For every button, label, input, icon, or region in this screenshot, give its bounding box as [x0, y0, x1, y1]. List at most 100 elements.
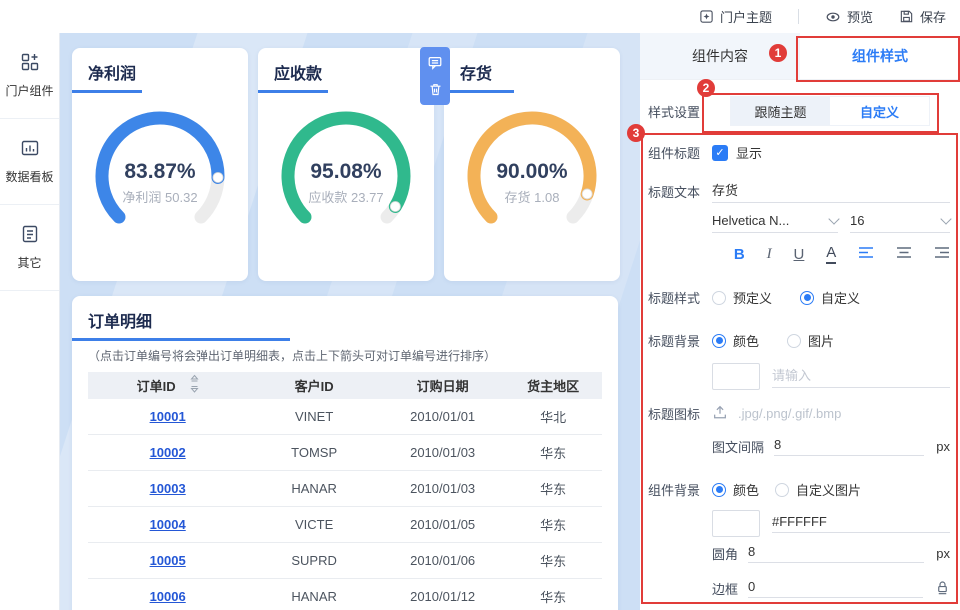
- font-size-select[interactable]: 16: [850, 212, 952, 233]
- title-bg-color-swatch[interactable]: [712, 363, 760, 390]
- gauge-card[interactable]: 净利润 83.87% 净利润 50.32: [72, 48, 248, 281]
- order-id-cell: 10005: [88, 542, 248, 579]
- trash-icon[interactable]: [424, 78, 446, 100]
- sidebar-item-other[interactable]: 其它: [0, 205, 59, 291]
- dashboard-canvas: 净利润 83.87% 净利润 50.32 应收款 95.08% 应收款 23.7: [60, 33, 640, 610]
- title-text-row: 标题文本 存货: [648, 180, 950, 203]
- show-title-checkbox[interactable]: ✓: [712, 144, 728, 161]
- bold-button[interactable]: B: [734, 246, 745, 263]
- title-bg-image-radio[interactable]: [787, 333, 802, 348]
- order-date-cell: 2010/01/05: [380, 506, 505, 543]
- underline-button[interactable]: U: [794, 246, 805, 263]
- column-header-order-id: 订单ID: [88, 372, 248, 399]
- gauge-card[interactable]: 应收款 95.08% 应收款 23.77: [258, 48, 434, 281]
- region-cell: 华东: [504, 578, 602, 610]
- title-style-row: 标题样式 预定义 自定义: [648, 288, 950, 307]
- order-table-card[interactable]: 订单明细 （点击订单编号将会弹出订单明细表，点击上下箭头可对订单编号进行排序） …: [72, 296, 618, 610]
- gauge-labels: 83.87% 净利润 50.32: [72, 160, 248, 206]
- card-title-underline: [72, 338, 291, 341]
- font-family-select[interactable]: Helvetica N...: [712, 212, 840, 233]
- align-left-icon[interactable]: [858, 246, 874, 262]
- title-bg-color-input[interactable]: 请输入: [772, 365, 950, 388]
- font-family-value: Helvetica N...: [712, 213, 790, 228]
- sidebar-item-data-dashboard[interactable]: 数据看板: [0, 119, 59, 205]
- gauge-percent: 90.00%: [496, 160, 568, 183]
- mode-custom[interactable]: 自定义: [830, 97, 929, 125]
- component-bg-color-swatch[interactable]: [712, 510, 760, 537]
- annotation-badge-2: 2: [697, 79, 715, 97]
- order-id-cell: 10002: [88, 434, 248, 471]
- border-lock-icon[interactable]: [935, 579, 950, 598]
- format-row: B I U A: [648, 244, 950, 264]
- title-text-input[interactable]: 存货: [712, 180, 950, 203]
- region-cell: 华东: [504, 506, 602, 543]
- gauge-subtitle: 应收款 23.77: [308, 190, 384, 205]
- custom-style-label: 自定义: [821, 291, 861, 306]
- save-label: 保存: [919, 10, 946, 25]
- table-row: 10003 HANAR 2010/01/03 华东: [88, 470, 602, 507]
- chevron-down-icon: [940, 212, 952, 225]
- order-id-link[interactable]: 10002: [150, 445, 186, 460]
- comment-icon[interactable]: [424, 52, 446, 74]
- predefined-label: 预定义: [733, 291, 773, 306]
- column-label: 订单ID: [136, 379, 176, 394]
- sort-icon[interactable]: [190, 374, 199, 397]
- order-date-cell: 2010/01/01: [380, 399, 505, 435]
- component-bg-color-input[interactable]: #FFFFFF: [772, 514, 950, 533]
- icon-gap-label: 图文间隔: [712, 440, 765, 455]
- component-bg-color-label: 颜色: [733, 483, 760, 498]
- topbar-divider: [797, 9, 799, 24]
- title-bg-label: 标题背景: [648, 334, 701, 349]
- title-text-label: 标题文本: [648, 185, 701, 200]
- table-body: 10001 VINET 2010/01/01 华北 10002 TOMSP 20…: [88, 399, 602, 610]
- icon-gap-input[interactable]: 8: [774, 437, 925, 456]
- font-color-button[interactable]: A: [826, 244, 837, 264]
- portal-theme-button[interactable]: 门户主题: [699, 7, 772, 26]
- component-title-row: 组件标题 ✓ 显示: [648, 143, 950, 162]
- column-header-region: 货主地区: [504, 372, 602, 399]
- align-right-icon[interactable]: [934, 246, 950, 262]
- order-id-link[interactable]: 10001: [150, 409, 186, 424]
- preview-button[interactable]: 预览: [825, 7, 873, 26]
- order-id-link[interactable]: 10006: [150, 589, 186, 604]
- gauge-labels: 95.08% 应收款 23.77: [258, 160, 434, 206]
- gauge-card[interactable]: 存货 90.00% 存货 1.08: [444, 48, 620, 281]
- sidebar-item-portal-components[interactable]: 门户组件: [0, 33, 59, 119]
- radius-input[interactable]: 8: [748, 544, 925, 563]
- style-setting-label: 样式设置: [648, 104, 701, 120]
- gauge-percent: 95.08%: [310, 160, 382, 183]
- tab-component-style[interactable]: 组件样式: [800, 33, 960, 79]
- portal-designer-app: 门户主题 预览 保存 门户组件 数据看板 其它 净利润 83.87% 净利润 5…: [0, 0, 960, 610]
- save-button[interactable]: 保存: [899, 7, 946, 26]
- title-bg-color-label: 颜色: [733, 334, 760, 349]
- title-icon-label: 标题图标: [648, 407, 701, 422]
- component-bg-image-radio[interactable]: [775, 482, 790, 497]
- icon-gap-row: 图文间隔 8 px: [648, 437, 950, 456]
- order-id-link[interactable]: 10004: [150, 517, 186, 532]
- region-cell: 华东: [504, 542, 602, 579]
- order-id-link[interactable]: 10003: [150, 481, 186, 496]
- title-bg-color-input-row: 请输入: [648, 363, 950, 390]
- custom-style-radio[interactable]: [800, 290, 815, 305]
- predefined-radio[interactable]: [712, 290, 726, 305]
- order-id-link[interactable]: 10005: [150, 553, 186, 568]
- gauge-labels: 90.00% 存货 1.08: [444, 160, 620, 206]
- orders-table: 订单ID 客户ID 订购日期 货主地区 10001 VINET 2010/01/…: [88, 372, 602, 610]
- gauge-subtitle: 净利润 50.32: [122, 190, 198, 205]
- title-bg-color-radio[interactable]: [712, 333, 726, 348]
- mode-follow-theme[interactable]: 跟随主题: [731, 97, 830, 125]
- order-id-cell: 10003: [88, 470, 248, 507]
- dashboard-icon: [20, 138, 40, 161]
- italic-button[interactable]: I: [767, 246, 772, 263]
- border-input[interactable]: 0: [748, 579, 923, 598]
- radius-unit: px: [936, 546, 950, 561]
- upload-icon[interactable]: [712, 404, 728, 423]
- document-icon: [20, 224, 40, 247]
- align-center-icon[interactable]: [896, 246, 912, 262]
- customer-id-cell: TOMSP: [247, 434, 381, 471]
- gauge-subtitle: 存货 1.08: [504, 190, 560, 205]
- theme-icon: [699, 9, 714, 24]
- eye-icon: [825, 10, 841, 24]
- order-date-cell: 2010/01/03: [380, 470, 505, 507]
- component-bg-color-radio[interactable]: [712, 482, 726, 497]
